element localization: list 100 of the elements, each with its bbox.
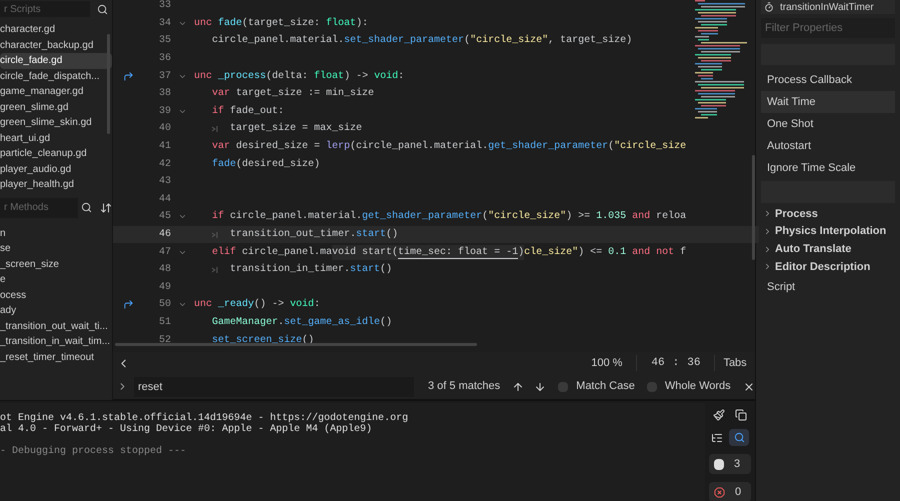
method-item[interactable]: _screen_size xyxy=(0,256,112,272)
section-header[interactable]: Physics Interpolation xyxy=(761,222,895,240)
script-item[interactable]: character_backup.gd xyxy=(0,38,112,53)
code-token: , target_size) xyxy=(548,34,632,48)
method-item[interactable]: n xyxy=(0,226,112,241)
close-icon[interactable] xyxy=(742,380,755,392)
code-token: unc xyxy=(194,16,214,31)
method-item[interactable]: e xyxy=(0,272,112,288)
checkbox[interactable] xyxy=(646,382,657,392)
code-token: if xyxy=(212,210,224,224)
code-token: float xyxy=(314,70,344,84)
script-item[interactable]: character.gd xyxy=(0,22,112,38)
script-item[interactable]: game_manager.gd xyxy=(0,84,112,100)
search-icon[interactable] xyxy=(97,4,108,14)
method-item[interactable]: ocess xyxy=(0,288,112,303)
copy-icon[interactable] xyxy=(735,409,747,421)
script-item[interactable]: green_slime_skin.gd xyxy=(0,115,112,130)
code-token: ( xyxy=(608,140,614,154)
vertical-scrollbar[interactable] xyxy=(752,155,755,260)
property-label[interactable]: Script xyxy=(761,276,895,298)
error-count: 0 xyxy=(735,484,742,500)
method-item[interactable]: _transition_out_wait_ti... xyxy=(0,318,112,334)
code-token: f xyxy=(679,246,686,260)
code-token: ( xyxy=(482,210,488,224)
method-item[interactable]: _reset_timer_timeout xyxy=(0,350,112,365)
code-token: float xyxy=(326,16,356,31)
line-number: 51 xyxy=(158,316,171,330)
code-token: get_shader_parameter xyxy=(362,210,482,224)
search-icon[interactable] xyxy=(81,202,92,213)
script-item[interactable]: green_slime.gd xyxy=(0,100,112,115)
code-token: fade xyxy=(212,158,236,172)
script-item[interactable]: circle_fade.gd xyxy=(0,53,112,68)
method-item[interactable]: se xyxy=(0,241,112,256)
filter-scripts-field[interactable]: r Scripts xyxy=(0,1,90,17)
line-number: 33 xyxy=(158,0,171,14)
zoom-level[interactable]: 100 % xyxy=(577,354,638,372)
minimap[interactable] xyxy=(694,0,747,120)
method-item[interactable]: ady xyxy=(0,303,112,318)
checkbox[interactable] xyxy=(558,382,568,392)
section-header[interactable]: Editor Description xyxy=(761,258,895,276)
filter-properties-field[interactable]: Filter Properties xyxy=(761,18,895,38)
code-token: set_game_as_idle xyxy=(284,316,380,330)
line-number: 50 xyxy=(158,298,171,312)
checkbox-label: Match Case xyxy=(576,379,635,394)
line-number: 34 xyxy=(158,16,171,31)
code-token: reloa xyxy=(655,210,686,224)
property-label[interactable]: Ignore Time Scale xyxy=(761,157,895,179)
code-token: fade xyxy=(218,16,242,31)
code-token: : xyxy=(398,70,404,84)
code-token: () xyxy=(380,316,392,330)
search-toggle[interactable] xyxy=(729,429,749,446)
find-field[interactable]: reset xyxy=(134,376,414,396)
error-count-button[interactable]: 0 xyxy=(709,482,751,501)
code-token: start xyxy=(356,228,386,242)
section-title: Editor Description xyxy=(775,260,870,275)
brush-icon[interactable] xyxy=(713,409,725,421)
property-label[interactable]: One Shot xyxy=(761,113,895,135)
script-item[interactable]: circle_fade_dispatch... xyxy=(0,68,112,84)
property-label[interactable]: Process Callback xyxy=(761,69,895,91)
code-token: desired_size = xyxy=(235,140,322,154)
code-token: start xyxy=(350,263,380,278)
code-token: (delta: xyxy=(266,70,310,84)
code-token: (desired_size) xyxy=(236,158,320,172)
code-token: transition_in_timer. xyxy=(230,262,350,278)
error-icon xyxy=(714,486,725,498)
line-number: 47 xyxy=(158,246,171,260)
code-token: and xyxy=(631,210,650,224)
line-number: 42 xyxy=(158,158,171,172)
signature-tooltip: void start(time_sec: float = -1) xyxy=(332,244,524,260)
script-item[interactable]: particle_cleanup.gd xyxy=(0,146,112,162)
indent-mode[interactable]: Tabs xyxy=(715,354,755,372)
code-token: "circle_size" xyxy=(470,34,548,48)
next-match-icon[interactable] xyxy=(534,380,546,392)
property-label[interactable]: Wait Time xyxy=(761,91,895,113)
filter-methods-field[interactable]: r Methods xyxy=(0,198,78,218)
script-item[interactable]: player_audio.gd xyxy=(0,162,112,177)
node-name: transitionInWaitTimer xyxy=(780,0,874,14)
sort-icon[interactable] xyxy=(100,202,112,214)
column-number: 36 xyxy=(687,356,700,371)
section-header[interactable]: Process xyxy=(761,205,895,223)
list-icon[interactable] xyxy=(711,432,723,444)
script-item[interactable]: heart_ui.gd xyxy=(0,130,112,146)
horizontal-scrollbar[interactable] xyxy=(115,343,477,346)
code-token: set_shader_parameter xyxy=(344,34,464,48)
section-header[interactable]: Auto Translate xyxy=(761,240,895,258)
warning-count-button[interactable]: 3 xyxy=(709,454,751,474)
property-label[interactable]: Autostart xyxy=(761,135,895,157)
code-token: set_screen_size xyxy=(212,334,302,348)
code-token: 0.1 xyxy=(608,246,626,260)
previous-match-icon[interactable] xyxy=(512,380,524,392)
line-number: 35 xyxy=(158,34,171,48)
separator: : xyxy=(672,356,680,371)
code-token: cle_size" xyxy=(524,246,578,260)
line-number: 41 xyxy=(158,140,171,154)
code-token: target_size = max_size xyxy=(230,122,362,136)
script-item[interactable]: player_health.gd xyxy=(0,177,112,192)
method-item[interactable]: _transition_in_wait_tim... xyxy=(0,334,112,350)
line-number: 36 xyxy=(158,52,171,66)
code-token: circle_panel.material. xyxy=(212,34,344,48)
code-token: target_size := min_size xyxy=(235,86,374,102)
